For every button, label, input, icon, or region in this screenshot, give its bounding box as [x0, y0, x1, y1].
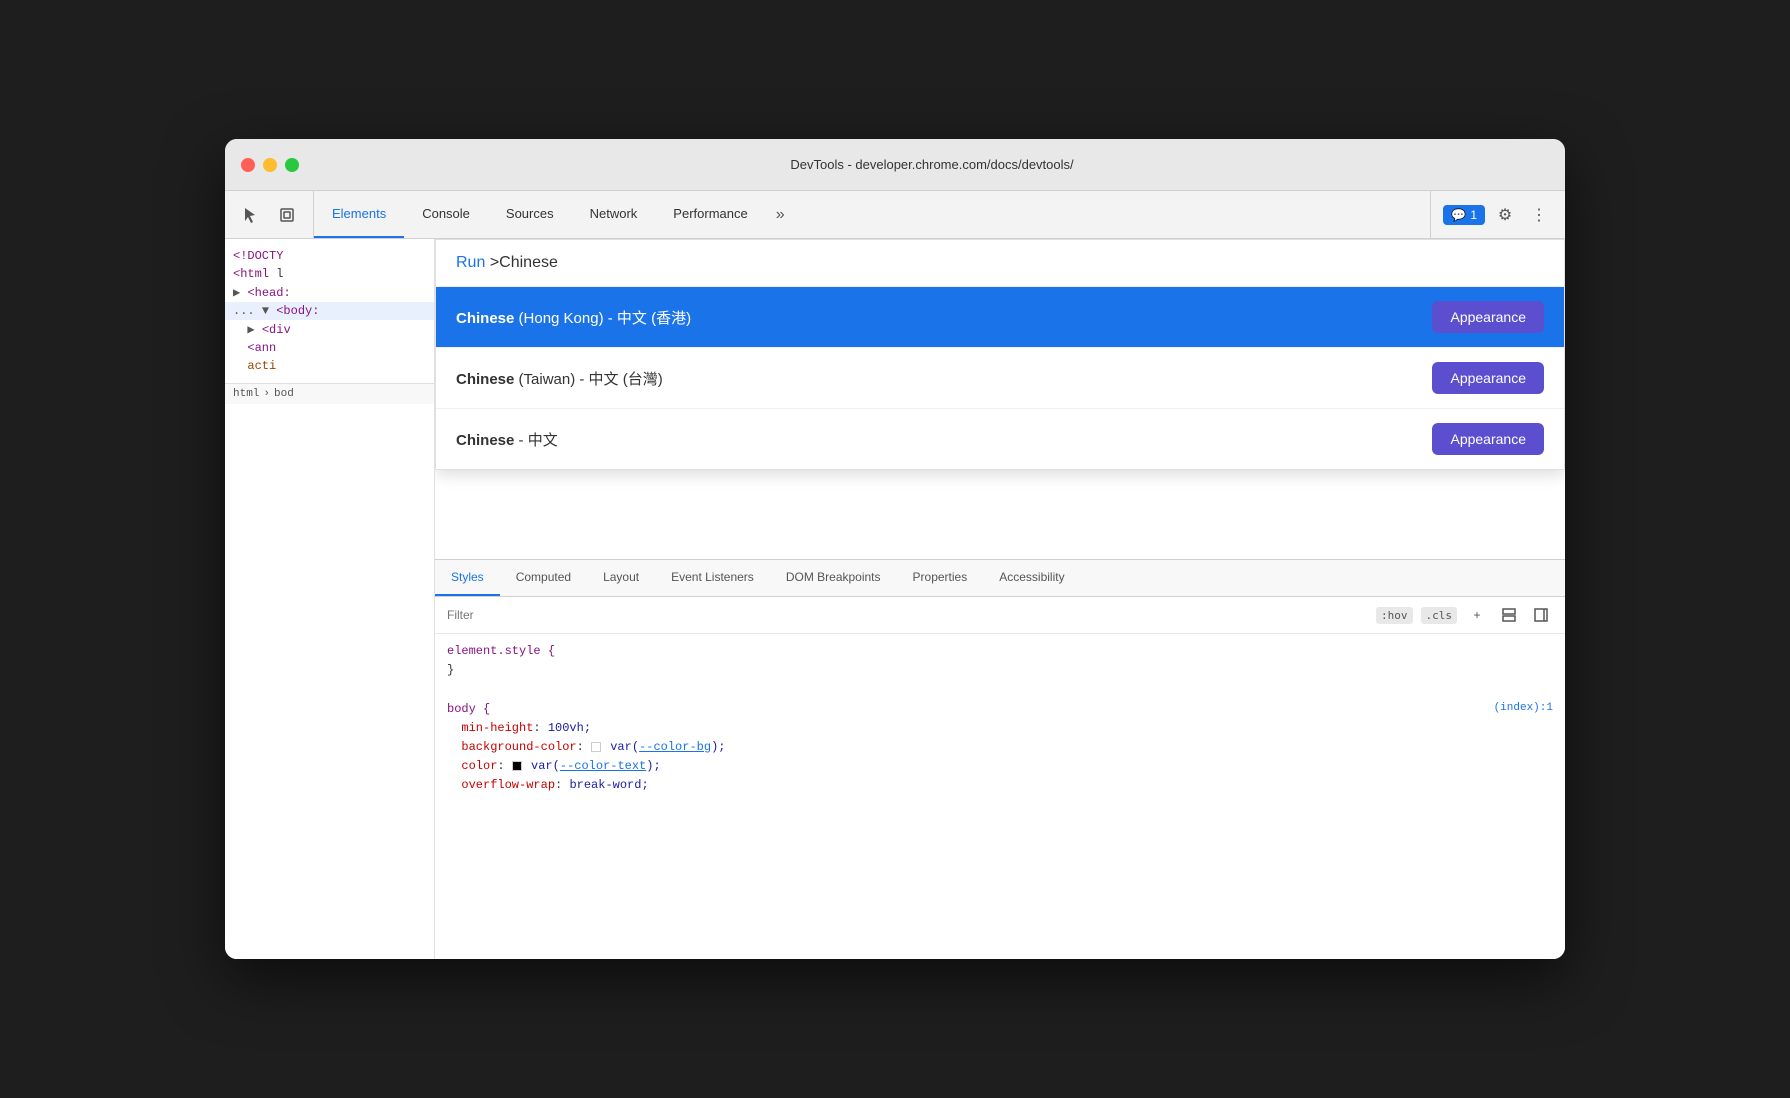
- css-prop-bg: background-color: [447, 740, 577, 754]
- breadcrumb: html › bod: [225, 383, 434, 404]
- dropdown-item-label-1: Chinese (Taiwan) - 中文 (台灣): [456, 368, 663, 389]
- appearance-button-2[interactable]: Appearance: [1432, 423, 1544, 455]
- traffic-lights: [241, 158, 299, 172]
- main-tabs: Elements Console Sources Network Perform…: [314, 191, 1430, 238]
- css-prop-min-height: min-height: [447, 721, 533, 735]
- css-value-min-height: 100vh;: [548, 721, 591, 735]
- dom-line-html[interactable]: <html l: [225, 265, 434, 283]
- dom-line-head[interactable]: ▶ <head:: [225, 283, 434, 302]
- css-selector-body: body {: [447, 702, 490, 716]
- toolbar-right: 💬 1 ⚙ ⋮: [1430, 191, 1565, 238]
- styles-panel: Styles Computed Layout Event Listeners D: [435, 559, 1565, 959]
- dropdown-search-text[interactable]: >Chinese: [490, 254, 558, 271]
- tab-network[interactable]: Network: [572, 191, 656, 238]
- more-menu-button[interactable]: ⋮: [1525, 201, 1553, 229]
- dropdown-item-label-0: Chinese (Hong Kong) - 中文 (香港): [456, 307, 691, 328]
- styles-filter-input[interactable]: [447, 608, 1368, 622]
- add-style-icon[interactable]: +: [1465, 603, 1489, 627]
- devtools-main: <!DOCTY <html l ▶ <head: ... ▼ <body: ▶ …: [225, 239, 1565, 959]
- cursor-icon[interactable]: [237, 201, 265, 229]
- window-title: DevTools - developer.chrome.com/docs/dev…: [315, 157, 1549, 172]
- settings-button[interactable]: ⚙: [1491, 201, 1519, 229]
- css-content: element.style { } body { (index):1 min-h…: [435, 634, 1565, 804]
- appearance-button-1[interactable]: Appearance: [1432, 362, 1544, 394]
- tab-layout[interactable]: Layout: [587, 560, 655, 596]
- css-link-color-text[interactable]: --color-text: [560, 759, 646, 773]
- tab-performance[interactable]: Performance: [655, 191, 765, 238]
- css-prop-color: color: [447, 759, 497, 773]
- dropdown-search-row: Run >Chinese: [436, 240, 1564, 287]
- dom-line-body[interactable]: ... ▼ <body:: [225, 302, 434, 320]
- dom-line-acti: acti: [225, 357, 434, 375]
- css-value-color: var(--color-text);: [531, 759, 661, 773]
- tab-console[interactable]: Console: [404, 191, 488, 238]
- css-value-bg: var(--color-bg);: [610, 740, 725, 754]
- css-block-element-style: element.style { }: [447, 642, 1553, 680]
- title-bar: DevTools - developer.chrome.com/docs/dev…: [225, 139, 1565, 191]
- close-button[interactable]: [241, 158, 255, 172]
- sidebar-icon[interactable]: [1529, 603, 1553, 627]
- dropdown-item-1[interactable]: Chinese (Taiwan) - 中文 (台灣) Appearance: [436, 348, 1564, 409]
- tab-event-listeners[interactable]: Event Listeners: [655, 560, 770, 596]
- devtools-panel: Elements Console Sources Network Perform…: [225, 191, 1565, 959]
- css-prop-overflow-wrap: overflow-wrap: [447, 778, 555, 792]
- dom-line-div[interactable]: ▶ <div: [225, 320, 434, 339]
- chat-badge[interactable]: 💬 1: [1443, 205, 1485, 225]
- tab-sources[interactable]: Sources: [488, 191, 572, 238]
- maximize-button[interactable]: [285, 158, 299, 172]
- minimize-button[interactable]: [263, 158, 277, 172]
- tab-elements[interactable]: Elements: [314, 191, 404, 238]
- tab-styles[interactable]: Styles: [435, 560, 500, 596]
- css-selector-element: element.style {: [447, 644, 555, 658]
- hov-badge[interactable]: :hov: [1376, 607, 1413, 624]
- dom-tree: <!DOCTY <html l ▶ <head: ... ▼ <body: ▶ …: [225, 239, 434, 383]
- tab-computed[interactable]: Computed: [500, 560, 587, 596]
- dropdown-item-2[interactable]: Chinese - 中文 Appearance: [436, 409, 1564, 469]
- color-swatch-text[interactable]: [512, 761, 522, 771]
- tab-dom-breakpoints[interactable]: DOM Breakpoints: [770, 560, 897, 596]
- css-link-color-bg[interactable]: --color-bg: [639, 740, 711, 754]
- css-block-body: body { (index):1 min-height: 100vh; back…: [447, 700, 1553, 796]
- toolbar-icons: [225, 191, 314, 238]
- devtools-toolbar: Elements Console Sources Network Perform…: [225, 191, 1565, 239]
- layout-icon[interactable]: [1497, 603, 1521, 627]
- more-tabs-button[interactable]: »: [766, 191, 795, 238]
- command-dropdown: Run >Chinese Chinese (Hong Kong) - 中文 (香…: [435, 239, 1565, 470]
- tab-accessibility[interactable]: Accessibility: [983, 560, 1080, 596]
- css-value-overflow-wrap: break-word;: [569, 778, 648, 792]
- filter-bar: :hov .cls +: [435, 597, 1565, 634]
- color-swatch-bg[interactable]: [591, 742, 601, 752]
- cls-badge[interactable]: .cls: [1421, 607, 1458, 624]
- tab-properties[interactable]: Properties: [897, 560, 984, 596]
- breadcrumb-body[interactable]: bod: [274, 388, 294, 400]
- breadcrumb-html[interactable]: html: [233, 388, 259, 400]
- appearance-button-0[interactable]: Appearance: [1432, 301, 1544, 333]
- dom-line-ann[interactable]: <ann: [225, 339, 434, 357]
- dropdown-item-0[interactable]: Chinese (Hong Kong) - 中文 (香港) Appearance: [436, 287, 1564, 348]
- css-source-body[interactable]: (index):1: [1494, 700, 1553, 718]
- dom-line-doctype: <!DOCTY: [225, 247, 434, 265]
- devtools-window: DevTools - developer.chrome.com/docs/dev…: [225, 139, 1565, 959]
- inspect-icon[interactable]: [273, 201, 301, 229]
- dom-panel: <!DOCTY <html l ▶ <head: ... ▼ <body: ▶ …: [225, 239, 435, 959]
- right-panel: Run >Chinese Chinese (Hong Kong) - 中文 (香…: [435, 239, 1565, 959]
- dropdown-run-label: Run: [456, 254, 485, 271]
- filter-actions: :hov .cls +: [1376, 603, 1553, 627]
- styles-tabs: Styles Computed Layout Event Listeners D: [435, 560, 1565, 597]
- dropdown-item-label-2: Chinese - 中文: [456, 429, 558, 450]
